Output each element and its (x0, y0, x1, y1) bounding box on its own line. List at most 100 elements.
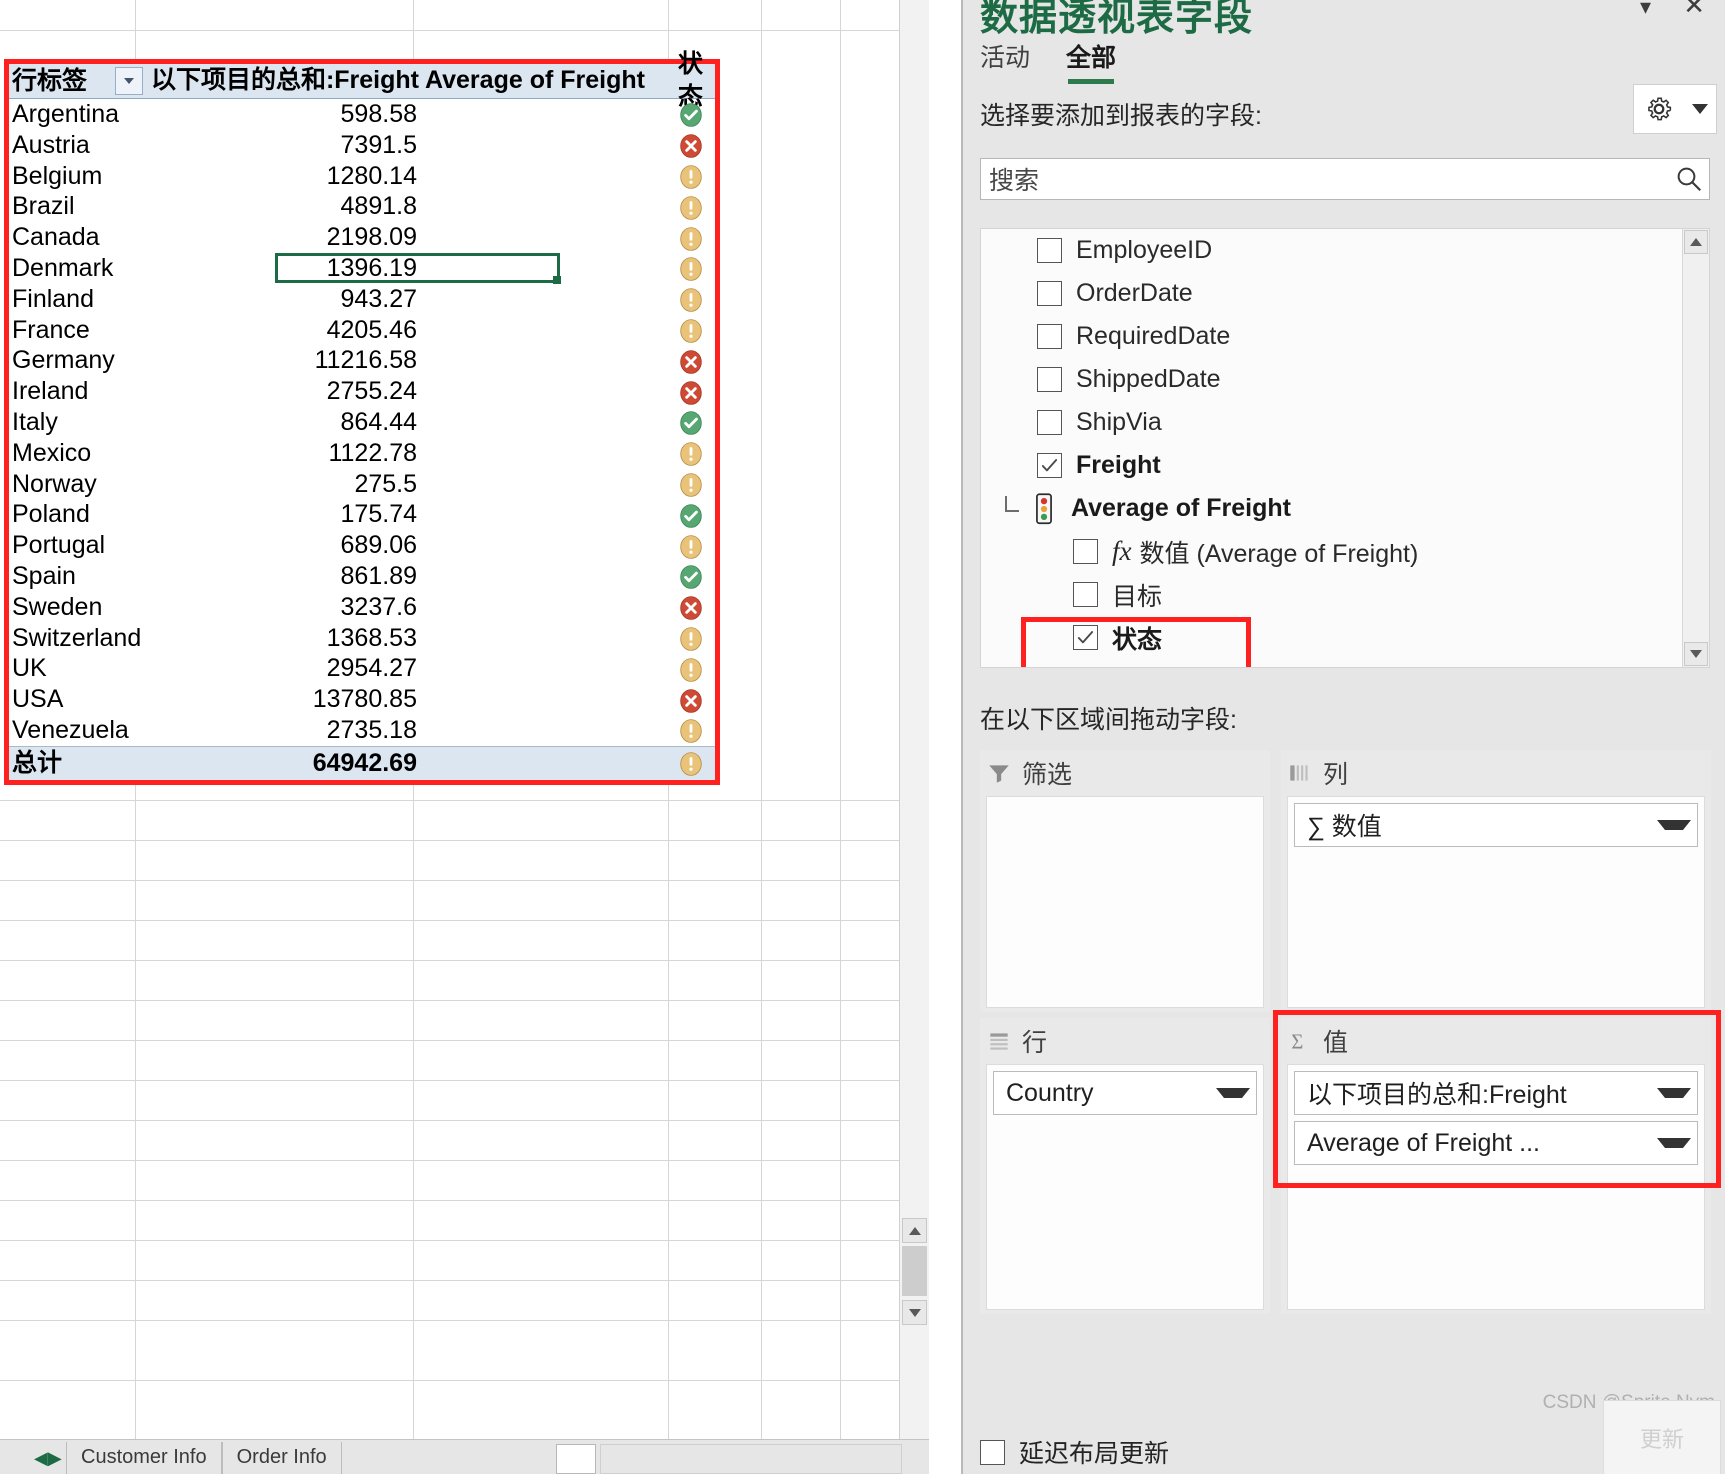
pivot-cell-sum-freight[interactable]: 275.5 (144, 469, 421, 500)
pivot-cell-status[interactable] (676, 191, 716, 222)
pivot-cell-sum-freight[interactable]: 2198.09 (144, 222, 421, 253)
search-input[interactable]: 搜索 (980, 158, 1710, 200)
scroll-down-button[interactable] (1684, 642, 1708, 666)
pivot-fields-pane[interactable]: 数据透视表字段 ▾ ✕ 活动 全部 选择要添加到报表的字段: 搜索 Employ… (961, 0, 1725, 1474)
pivot-row-country[interactable]: Belgium (9, 161, 144, 192)
field-list-item[interactable]: Freight (981, 444, 1709, 487)
pivot-cell-sum-freight[interactable]: 4891.8 (144, 191, 421, 222)
pivot-cell-avg-freight[interactable] (421, 438, 676, 469)
field-chip[interactable]: 以下项目的总和:Freight (1294, 1071, 1698, 1115)
field-checkbox[interactable] (1037, 281, 1062, 306)
zone-columns[interactable]: 列 ∑ 数值 (1281, 750, 1711, 1012)
field-list-item[interactable]: OrderDate (981, 272, 1709, 315)
field-checkbox[interactable] (1037, 410, 1062, 435)
scroll-up-button[interactable] (1684, 230, 1708, 254)
pivot-cell-status[interactable] (676, 130, 716, 161)
pivot-row[interactable]: Switzerland 1368.53 (9, 623, 715, 654)
pivot-row[interactable]: Ireland 2755.24 (9, 376, 715, 407)
pivot-cell-status[interactable] (676, 530, 716, 561)
pivot-cell-avg-freight[interactable] (421, 99, 676, 130)
defer-layout-update-row[interactable]: 延迟布局更新 (980, 1434, 1169, 1470)
pivot-cell-sum-freight[interactable]: 7391.5 (144, 130, 421, 161)
pivot-cell-status[interactable] (676, 592, 716, 623)
pivot-row-country[interactable]: Argentina (9, 99, 144, 130)
field-checkbox[interactable] (1037, 238, 1062, 263)
field-list-item[interactable]: fx 数值 (Average of Freight) (981, 530, 1709, 573)
zone-dropzone[interactable]: ∑ 数值 (1287, 796, 1705, 1008)
chevron-down-icon[interactable] (1657, 820, 1691, 830)
pivot-row[interactable]: Finland 943.27 (9, 284, 715, 315)
pivot-cell-avg-freight[interactable] (421, 469, 676, 500)
pivot-cell-sum-freight[interactable]: 943.27 (144, 284, 421, 315)
pivot-cell-status[interactable] (676, 345, 716, 376)
sheet-tab[interactable]: Customer Info (66, 1442, 222, 1474)
field-list-scrollbar[interactable] (1682, 229, 1709, 667)
pivot-cell-avg-freight[interactable] (421, 130, 676, 161)
pivot-row[interactable]: Venezuela 2735.18 (9, 715, 715, 746)
pivot-row-country[interactable]: Germany (9, 345, 144, 376)
sheet-tab-strip[interactable]: ◀▶ Customer Info Order Info (0, 1439, 929, 1474)
field-chip[interactable]: Average of Freight ... (1294, 1121, 1698, 1165)
pivot-row[interactable]: Mexico 1122.78 (9, 438, 715, 469)
field-checkbox[interactable] (1073, 625, 1098, 650)
scroll-down-button[interactable] (902, 1300, 927, 1325)
field-checkbox[interactable] (1037, 367, 1062, 392)
pivot-cell-sum-freight[interactable]: 598.58 (144, 99, 421, 130)
pivot-row-country[interactable]: Ireland (9, 376, 144, 407)
pivot-row[interactable]: Austria 7391.5 (9, 130, 715, 161)
pivot-cell-avg-freight[interactable] (421, 530, 676, 561)
pivot-row[interactable]: Belgium 1280.14 (9, 161, 715, 192)
sheet-tabs[interactable]: Customer Info Order Info (66, 1442, 342, 1474)
pivot-cell-avg-freight[interactable] (421, 592, 676, 623)
pivot-row-country[interactable]: Spain (9, 561, 144, 592)
field-list[interactable]: EmployeeID OrderDate RequiredDate ShippedDa… (980, 228, 1710, 668)
pivot-row-country[interactable]: Sweden (9, 592, 144, 623)
field-list-item[interactable]: 目标 (981, 573, 1709, 616)
field-checkbox[interactable] (1073, 582, 1098, 607)
pivot-table[interactable]: 行标签 以下项目的总和:Freight Average of Freight 状态 Ar… (4, 50, 720, 785)
field-group-header[interactable]: Average of Freight (981, 487, 1709, 530)
pivot-cell-status[interactable] (676, 469, 716, 500)
pivot-cell-status[interactable] (676, 623, 716, 654)
defer-layout-checkbox[interactable] (980, 1439, 1005, 1465)
pivot-cell-sum-freight[interactable]: 2735.18 (144, 715, 421, 746)
pivot-row[interactable]: Portugal 689.06 (9, 530, 715, 561)
pivot-cell-sum-freight[interactable]: 864.44 (144, 407, 421, 438)
pivot-cell-avg-freight[interactable] (421, 284, 676, 315)
chevron-down-icon[interactable] (1657, 1088, 1691, 1098)
pivot-cell-sum-freight[interactable]: 2954.27 (144, 653, 421, 684)
field-checkbox[interactable] (1037, 324, 1062, 349)
pivot-cell-avg-freight[interactable] (421, 191, 676, 222)
pivot-header-status[interactable]: 状态 (676, 50, 716, 111)
pane-tools-button[interactable] (1633, 84, 1717, 134)
scrollbar-thumb[interactable] (902, 1246, 927, 1296)
field-list-item[interactable]: ShipVia (981, 401, 1709, 444)
pivot-total-row[interactable]: 总计 64942.69 (9, 745, 715, 780)
pivot-cell-avg-freight[interactable] (421, 715, 676, 746)
pivot-row[interactable]: Spain 861.89 (9, 561, 715, 592)
pivot-cell-avg-freight[interactable] (421, 684, 676, 715)
chevron-down-icon[interactable] (1657, 1138, 1691, 1148)
pivot-row[interactable]: Italy 864.44 (9, 407, 715, 438)
pivot-row[interactable]: UK 2954.27 (9, 653, 715, 684)
pivot-row[interactable]: Canada 2198.09 (9, 222, 715, 253)
field-list-item[interactable]: RequiredDate (981, 315, 1709, 358)
pivot-cell-avg-freight[interactable] (421, 345, 676, 376)
update-button[interactable]: 更新 (1603, 1400, 1721, 1474)
pivot-header-row-labels[interactable]: 行标签 (9, 64, 144, 98)
pivot-row-country[interactable]: Switzerland (9, 623, 144, 654)
sheet-tab[interactable]: Order Info (221, 1442, 342, 1474)
pivot-row[interactable]: Germany 11216.58 (9, 345, 715, 376)
pivot-row-country[interactable]: USA (9, 684, 144, 715)
pivot-row-country[interactable]: Poland (9, 499, 144, 530)
pivot-cell-sum-freight[interactable]: 1122.78 (144, 438, 421, 469)
pivot-row-country[interactable]: UK (9, 653, 144, 684)
pivot-row-country[interactable]: Portugal (9, 530, 144, 561)
pivot-cell-sum-freight[interactable]: 861.89 (144, 561, 421, 592)
pivot-cell-sum-freight[interactable]: 13780.85 (144, 684, 421, 715)
pivot-cell-avg-freight[interactable] (421, 376, 676, 407)
pivot-row-country[interactable]: Italy (9, 407, 144, 438)
pivot-cell-avg-freight[interactable] (421, 407, 676, 438)
zone-dropzone[interactable] (986, 796, 1264, 1008)
pivot-row-country[interactable]: Mexico (9, 438, 144, 469)
